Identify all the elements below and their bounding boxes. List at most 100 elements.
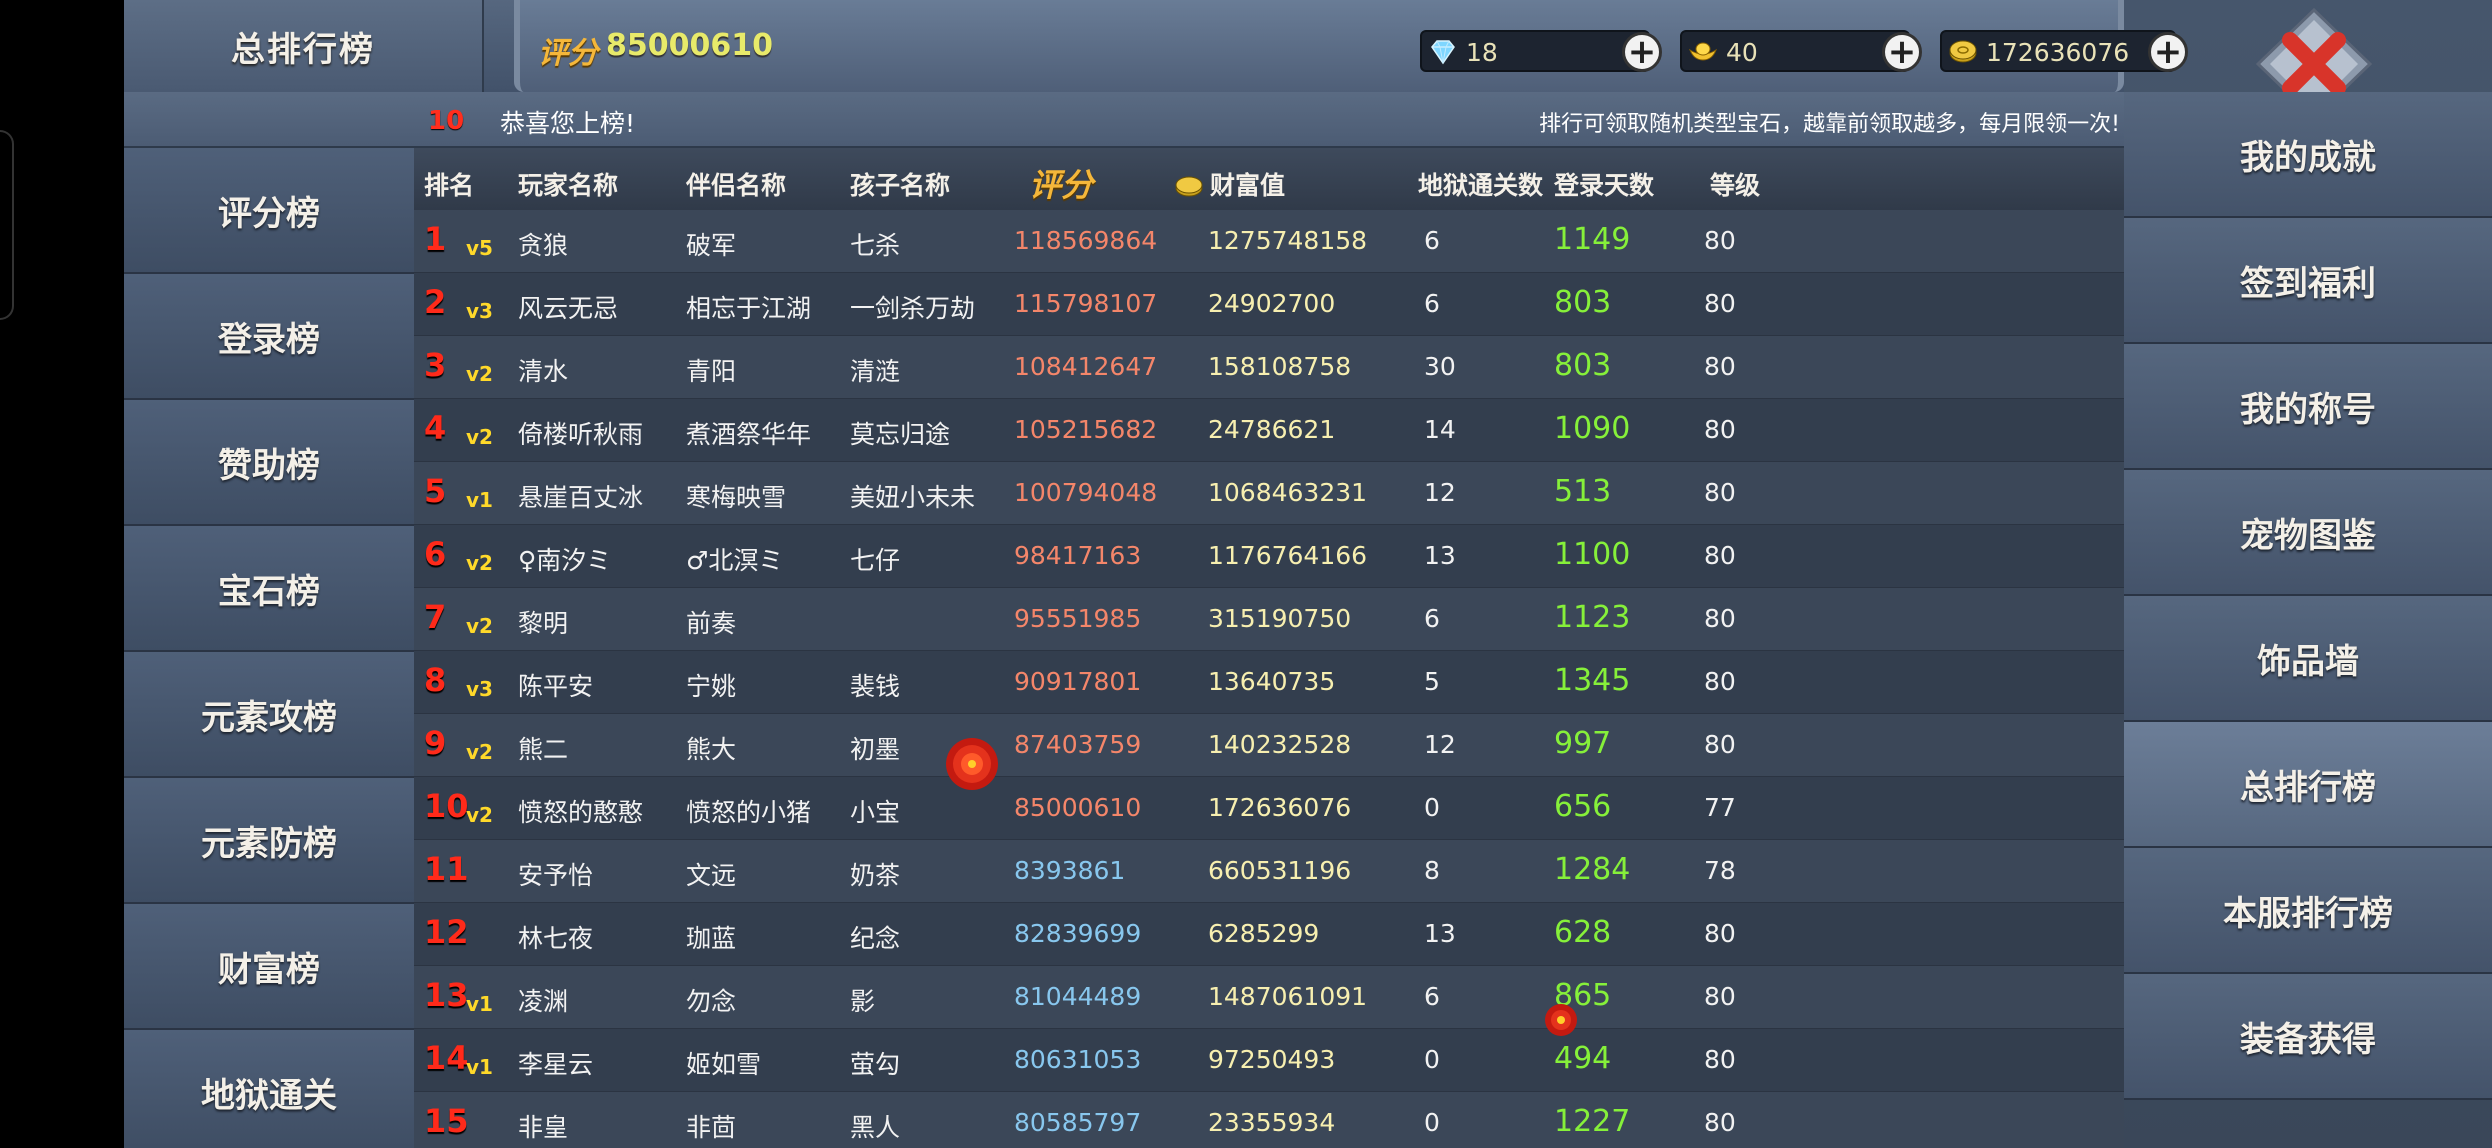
child-name: 奶茶 — [850, 861, 901, 890]
rank-number: 6 — [424, 535, 447, 573]
add-gold-button[interactable]: + — [1882, 32, 1922, 72]
score-value: 118569864 — [1014, 226, 1158, 255]
child-name: 莫忘归途 — [850, 420, 951, 449]
wealth-value: 140232528 — [1208, 730, 1352, 759]
login-days: 656 — [1554, 789, 1612, 824]
table-row[interactable]: 4 v2 倚楼听秋雨 煮酒祭华年 莫忘归途 105215682 24786621 14 1090… — [414, 399, 2124, 462]
player-name: 贪狼 — [518, 231, 569, 260]
col-wealth: 财富值 — [1210, 171, 1286, 200]
my-rank: 10 — [428, 106, 465, 136]
col-days: 登录天数 — [1554, 171, 1655, 200]
col-partner: 伴侣名称 — [686, 171, 787, 200]
nav-pet-collection[interactable]: 宠物图鉴 — [2124, 470, 2492, 596]
child-name: 七仔 — [850, 546, 901, 575]
score-value: 115798107 — [1014, 289, 1158, 318]
wealth-value: 24786621 — [1208, 415, 1336, 444]
table-row[interactable]: 13 v1 凌渊 勿念影 81044489 1487061091 6 865 80 — [414, 966, 2124, 1029]
table-row[interactable]: 15 非皇 非茴 黑人 80585797 23355934 0 1227 80 — [414, 1092, 2124, 1148]
leaderboard-screen: 总排行榜 评分 85000610 18 + 40 + 172636076 + 1… — [124, 0, 2492, 1148]
player-level: 77 — [1704, 793, 1736, 822]
vip-badge: v2 — [466, 740, 493, 764]
table-row[interactable]: 1 v5 贪狼 破军 七杀 118569864 1275748158 6 1149 80 — [414, 210, 2124, 273]
nav-wealth-rank[interactable]: 财富榜 — [124, 904, 414, 1030]
nav-label: 财富榜 — [218, 949, 320, 990]
player-name: 熊二 — [518, 735, 569, 764]
nav-element-defense-rank[interactable]: 元素防榜 — [124, 778, 414, 904]
rank-number: 10 — [424, 787, 469, 825]
nav-sign-in-rewards[interactable]: 签到福利 — [2124, 218, 2492, 344]
rank-number: 5 — [424, 472, 447, 510]
nav-gem-rank[interactable]: 宝石榜 — [124, 526, 414, 652]
child-name: 黑人 — [850, 1113, 901, 1142]
login-days: 803 — [1554, 285, 1612, 320]
wealth-value: 1176764166 — [1208, 541, 1368, 570]
login-days: 1227 — [1554, 1104, 1631, 1139]
table-header: 排名 玩家名称 伴侣名称 孩子名称 评分 财富值 地狱通关数 登录天数 等级 — [414, 148, 2124, 210]
gold-ingot-icon — [1688, 42, 1718, 61]
wealth-value: 1275748158 — [1208, 226, 1368, 255]
diamond-resource: 18 + — [1420, 30, 1662, 72]
left-nav: 评分榜 登录榜 赞助榜 宝石榜 元素攻榜 元素防榜 财富榜 地狱通关 — [124, 148, 414, 1148]
nav-sponsor-rank[interactable]: 赞助榜 — [124, 400, 414, 526]
table-row[interactable]: 3 v2 清水 青阳 清涟 108412647 158108758 30 803 80 — [414, 336, 2124, 399]
wealth-value: 24902700 — [1208, 289, 1336, 318]
nav-label: 我的称号 — [2240, 389, 2376, 430]
player-level: 80 — [1704, 478, 1736, 507]
nav-login-rank[interactable]: 登录榜 — [124, 274, 414, 400]
gold-count: 40 — [1726, 38, 1758, 67]
table-row[interactable]: 11 安予怡 文远 奶茶 8393861 660531196 8 1284 78 — [414, 840, 2124, 903]
table-row[interactable]: 10 v2 愤怒的憨憨 愤怒的小猪 小宝 85000610 172636076 0 656 77 — [414, 777, 2124, 840]
child-name: 一剑杀万劫 — [850, 294, 976, 323]
hell-clears: 13 — [1424, 919, 1456, 948]
vip-badge: v1 — [466, 992, 493, 1016]
leaderboard-table: 排名 玩家名称 伴侣名称 孩子名称 评分 财富值 地狱通关数 登录天数 等级 1… — [414, 148, 2124, 1148]
partner-name: 破军 — [686, 231, 737, 260]
add-diamond-button[interactable]: + — [1622, 32, 1662, 72]
table-row[interactable]: 14 v1 李星云 姬如雪 萤勾 80631053 97250493 0 494 80 — [414, 1029, 2124, 1092]
table-row[interactable]: 2 v3 风云无忌 相忘于江湖 一剑杀万劫 115798107 24902700 6 803 80 — [414, 273, 2124, 336]
nav-element-attack-rank[interactable]: 元素攻榜 — [124, 652, 414, 778]
player-name: 悬崖百丈冰 — [518, 483, 644, 512]
nav-hell-clear-rank[interactable]: 地狱通关 — [124, 1030, 414, 1148]
table-row[interactable]: 6 v2 ♀南汐ミ ♂北溟ミ 七仔 98417163 1176764166 13 1100 80 — [414, 525, 2124, 588]
partner-name: 珈蓝 — [686, 924, 737, 953]
login-days: 803 — [1554, 348, 1612, 383]
child-name: 裴钱 — [850, 672, 901, 701]
rank-number: 13 — [424, 976, 469, 1014]
child-name: 清涟 — [850, 357, 901, 386]
table-row[interactable]: 8 v3 陈平安 宁姚 裴钱 90917801 13640735 5 1345 80 — [414, 651, 2124, 714]
nav-server-leaderboard[interactable]: 本服排行榜 — [2124, 848, 2492, 974]
partner-name: 文远 — [686, 861, 737, 890]
score-value: 98417163 — [1014, 541, 1142, 570]
child-name: 小宝 — [850, 798, 901, 827]
nav-accessory-wall[interactable]: 饰品墙 — [2124, 596, 2492, 722]
score-value: 81044489 — [1014, 982, 1142, 1011]
nav-label: 我的成就 — [2240, 137, 2376, 178]
score-panel: 评分 85000610 18 + 40 + 172636076 + — [514, 0, 2188, 92]
partner-name: 寒梅映雪 — [686, 483, 787, 512]
table-row[interactable]: 12 林七夜 珈蓝 纪念 82839699 6285299 13 628 80 — [414, 903, 2124, 966]
score-label: 评分 — [538, 36, 598, 71]
add-coin-button[interactable]: + — [2148, 32, 2188, 72]
child-name: 美妞小未未 — [850, 483, 976, 512]
table-row[interactable]: 9 v2 熊二 熊大 初墨 87403759 140232528 12 997 80 — [414, 714, 2124, 777]
coin-count: 172636076 — [1986, 38, 2130, 67]
wealth-value: 1487061091 — [1208, 982, 1368, 1011]
nav-score-rank[interactable]: 评分榜 — [124, 148, 414, 274]
nav-my-titles[interactable]: 我的称号 — [2124, 344, 2492, 470]
player-name: 黎明 — [518, 609, 569, 638]
nav-my-achievements[interactable]: 我的成就 — [2124, 92, 2492, 218]
login-days: 1284 — [1554, 852, 1631, 887]
nav-overall-leaderboard[interactable]: 总排行榜 — [2124, 722, 2492, 848]
player-name: 凌渊 — [518, 987, 569, 1016]
table-row[interactable]: 5 v1 悬崖百丈冰 寒梅映雪 美妞小未未 100794048 1068463231 12 51… — [414, 462, 2124, 525]
rank-number: 2 — [424, 283, 447, 321]
player-level: 80 — [1704, 289, 1736, 318]
col-rank: 排名 — [424, 171, 475, 200]
partner-name: 熊大 — [686, 735, 737, 764]
rank-number: 14 — [424, 1039, 469, 1077]
login-days: 1149 — [1554, 222, 1631, 257]
hell-clears: 12 — [1424, 730, 1456, 759]
nav-equipment-obtained[interactable]: 装备获得 — [2124, 974, 2492, 1100]
table-row[interactable]: 7 v2 黎明 前奏 95551985 315190750 6 1123 80 — [414, 588, 2124, 651]
